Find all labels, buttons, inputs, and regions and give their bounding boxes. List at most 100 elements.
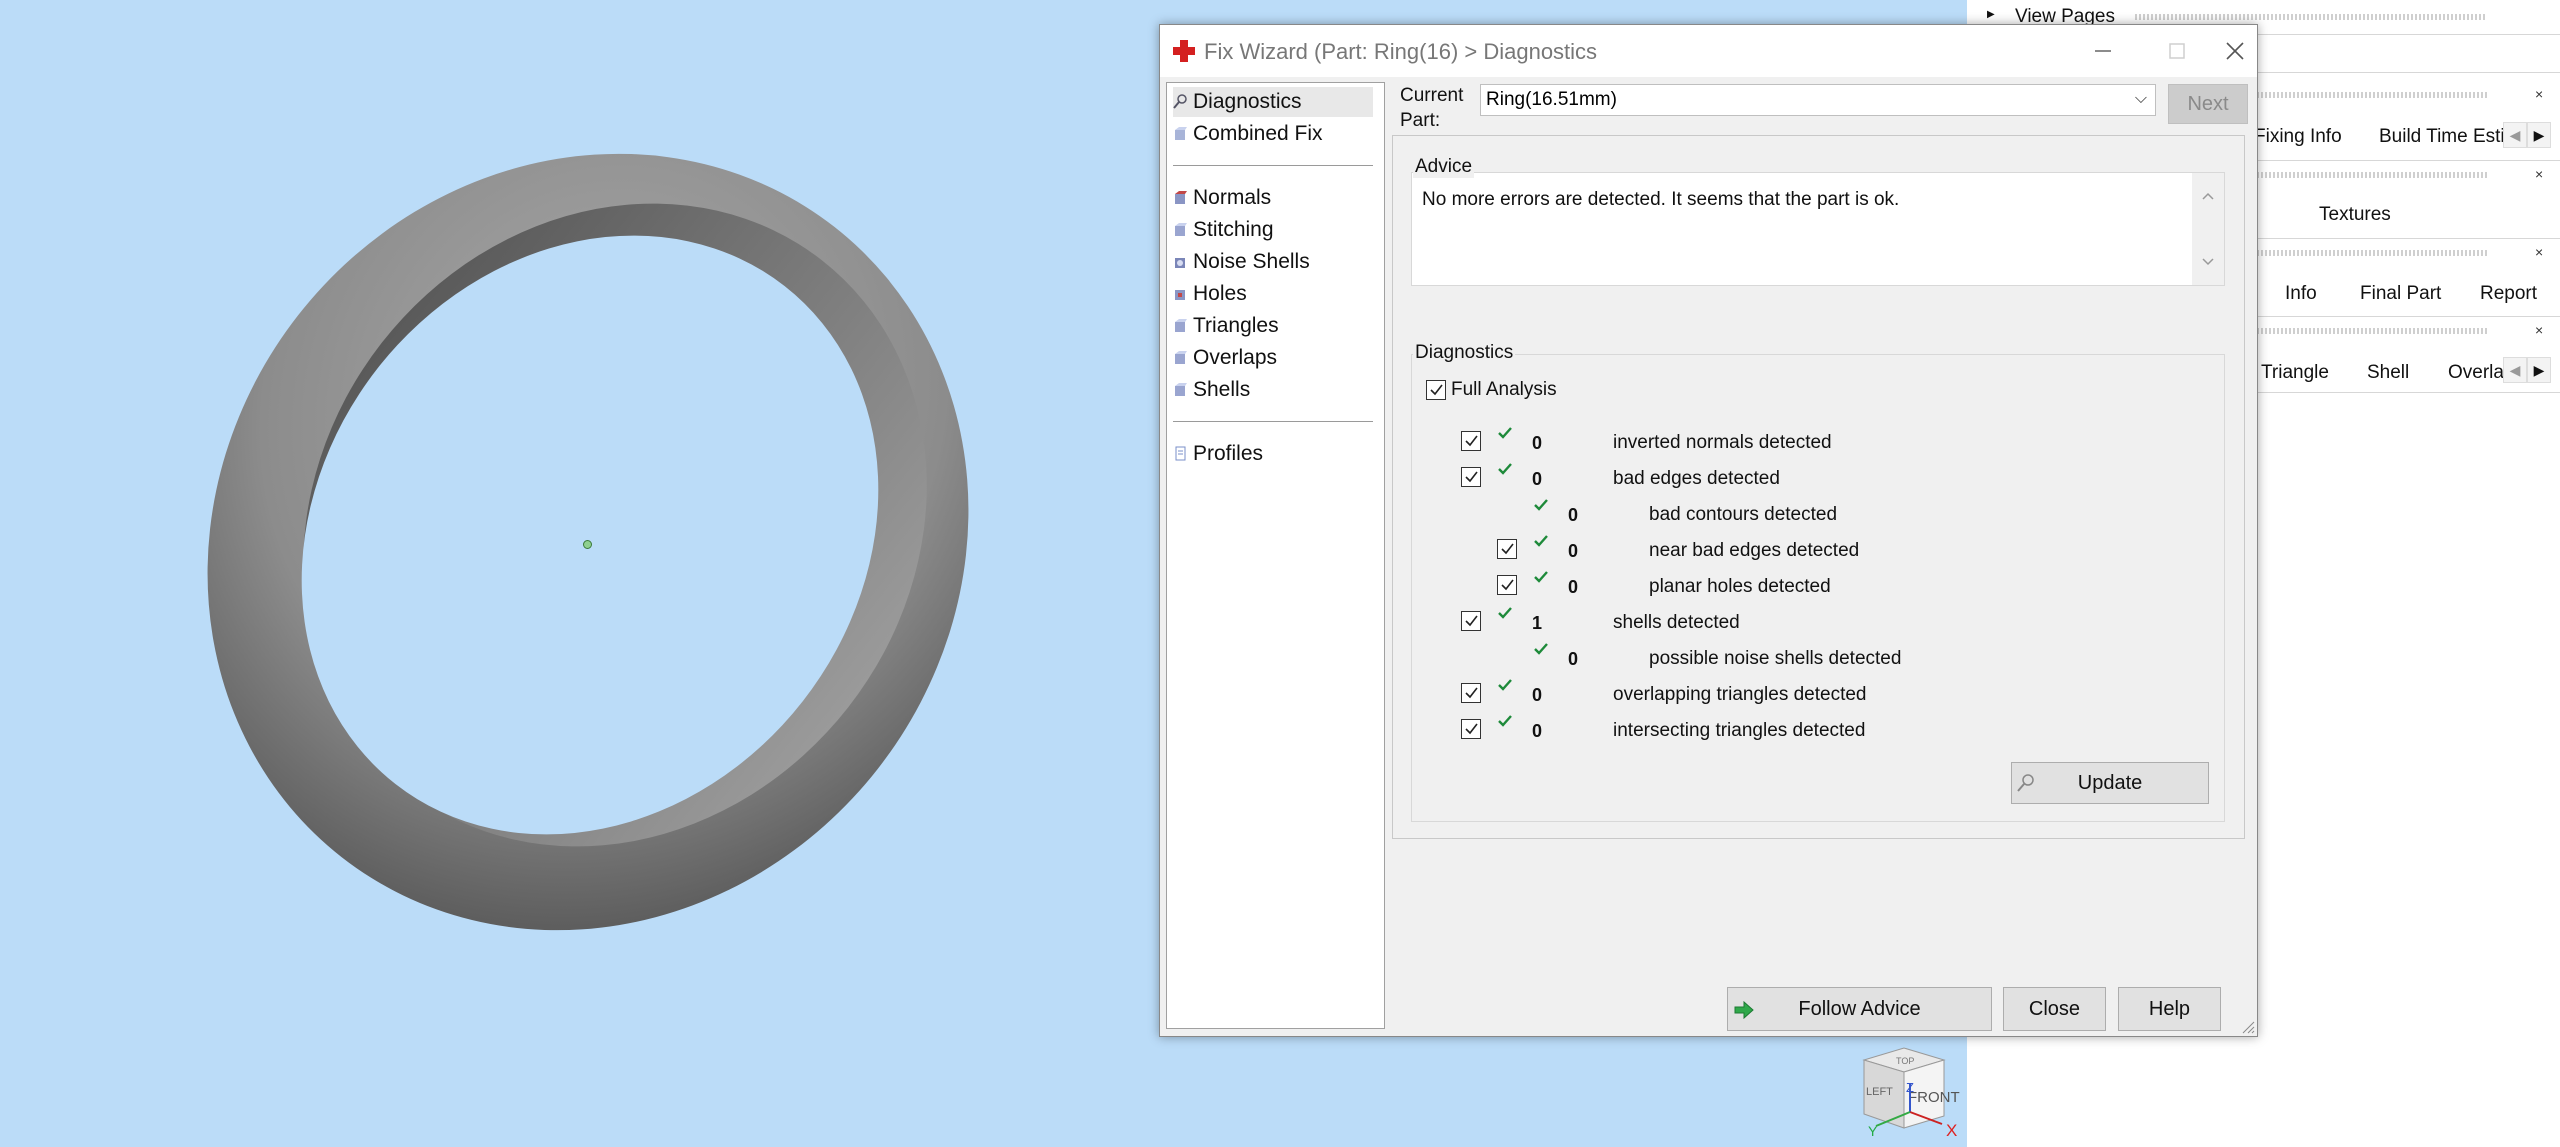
close-window-button[interactable] — [2210, 31, 2260, 71]
chevron-down-icon: ⌵ — [2134, 90, 2147, 107]
cube-icon — [1175, 351, 1187, 364]
tab-textures[interactable]: Textures — [2319, 204, 2391, 226]
advice-scrollbar[interactable] — [2192, 173, 2224, 285]
advice-group: No more errors are detected. It seems th… — [1411, 172, 2225, 286]
nav-item-label: Stitching — [1193, 218, 1274, 241]
nav-item-profiles[interactable]: Profiles — [1173, 439, 1373, 469]
row-checkbox[interactable] — [1497, 575, 1517, 595]
tab-fixing-info[interactable]: Fixing Info — [2254, 126, 2342, 148]
next-button[interactable]: Next — [2168, 84, 2248, 124]
row-count: 1 — [1532, 613, 1543, 633]
tab-overlaps[interactable]: Overla — [2448, 362, 2504, 384]
row-count: 0 — [1532, 685, 1543, 705]
row-text: planar holes detected — [1649, 576, 1831, 597]
green-check-icon — [1498, 715, 1512, 727]
scroll-right-icon[interactable]: ▶ — [2527, 357, 2551, 383]
pivot-marker — [583, 540, 592, 549]
help-button[interactable]: Help — [2118, 987, 2221, 1031]
nav-item-noise-shells[interactable]: Noise Shells — [1173, 247, 1373, 277]
green-check-icon — [1534, 643, 1548, 655]
magnifier-icon — [2017, 774, 2034, 792]
document-icon — [1175, 446, 1186, 461]
dialog-title: Fix Wizard (Part: Ring(16) > Diagnostics — [1204, 39, 1598, 64]
nav-item-holes[interactable]: Holes — [1173, 279, 1373, 309]
tab-report[interactable]: Report — [2480, 283, 2537, 305]
row-count: 0 — [1568, 505, 1579, 525]
tab-triangle[interactable]: Triangle — [2261, 362, 2329, 384]
advice-text-area: No more errors are detected. It seems th… — [1412, 173, 2192, 285]
nav-item-combined-fix[interactable]: Combined Fix — [1173, 119, 1373, 149]
grip-handle[interactable] — [2257, 92, 2487, 98]
row-checkbox[interactable] — [1461, 467, 1481, 487]
row-checkbox[interactable] — [1497, 539, 1517, 559]
arrow-right-icon — [1734, 1001, 1754, 1019]
cube-icon — [1175, 319, 1187, 332]
tab-info[interactable]: Info — [2285, 283, 2317, 305]
tab-build-time-estimation[interactable]: Build Time Esti — [2379, 126, 2505, 148]
nav-item-label: Overlaps — [1193, 346, 1278, 369]
nav-item-overlaps[interactable]: Overlaps — [1173, 343, 1373, 373]
row-count: 0 — [1532, 469, 1543, 489]
row-checkbox[interactable] — [1461, 431, 1481, 451]
scroll-left-icon[interactable]: ◀ — [2503, 357, 2527, 383]
row-count: 0 — [1568, 541, 1579, 561]
grip-handle[interactable] — [2257, 172, 2487, 178]
full-analysis-label: Full Analysis — [1451, 379, 1557, 400]
follow-advice-button[interactable]: Follow Advice — [1727, 987, 1992, 1031]
fix-wizard-icon — [1173, 40, 1195, 62]
green-check-icon — [1534, 499, 1548, 511]
row-checkbox[interactable] — [1461, 611, 1481, 631]
fix-category-list: Diagnostics Combined Fix Normals Stitchi… — [1166, 82, 1385, 1029]
full-analysis-checkbox[interactable] — [1426, 380, 1446, 400]
scroll-right-icon[interactable]: ▶ — [2527, 122, 2551, 148]
grip-handle[interactable] — [2135, 14, 2487, 20]
navcube-top-label: TOP — [1896, 1056, 1914, 1066]
axis-z-label: Z — [1906, 1080, 1914, 1095]
minimize-button[interactable] — [2078, 31, 2128, 71]
navigation-cube[interactable]: TOP FRONT LEFT Z X Y — [1852, 1040, 1962, 1140]
cube-icon — [1175, 127, 1187, 140]
expand-arrow-icon[interactable]: ▶ — [1987, 9, 1995, 20]
row-count: 0 — [1532, 721, 1543, 741]
green-check-icon — [1498, 607, 1512, 619]
ring-part-model[interactable] — [0, 0, 1000, 1000]
close-button[interactable]: Close — [2003, 987, 2106, 1031]
magnifier-icon — [1173, 94, 1187, 109]
update-button[interactable]: Update — [2011, 762, 2209, 804]
follow-advice-label: Follow Advice — [1798, 997, 1921, 1020]
dialog-titlebar[interactable]: Fix Wizard (Part: Ring(16) > Diagnostics — [1160, 25, 2257, 77]
row-text: shells detected — [1613, 612, 1740, 633]
grip-handle[interactable] — [2257, 250, 2487, 256]
cube-icon — [1175, 223, 1187, 236]
row-text: near bad edges detected — [1649, 540, 1860, 561]
grip-handle[interactable] — [2257, 328, 2487, 334]
minimize-icon — [2095, 50, 2111, 52]
resize-grip-icon[interactable] — [2239, 1018, 2255, 1034]
update-button-label: Update — [2077, 771, 2143, 794]
row-text: bad edges detected — [1613, 468, 1780, 489]
maximize-button[interactable] — [2152, 31, 2202, 71]
nav-item-diagnostics[interactable]: Diagnostics — [1173, 87, 1373, 117]
axis-y-label: Y — [1868, 1123, 1878, 1139]
close-icon[interactable]: × — [2535, 244, 2543, 260]
nav-item-normals[interactable]: Normals — [1173, 183, 1373, 213]
close-icon[interactable]: × — [2535, 86, 2543, 102]
nav-item-shells[interactable]: Shells — [1173, 375, 1373, 405]
scroll-left-icon[interactable]: ◀ — [2503, 122, 2527, 148]
current-part-dropdown[interactable]: Ring(16.51mm) ⌵ — [1480, 84, 2156, 116]
row-checkbox[interactable] — [1461, 719, 1481, 739]
close-icon[interactable]: × — [2535, 166, 2543, 182]
nav-item-triangles[interactable]: Triangles — [1173, 311, 1373, 341]
nav-item-label: Profiles — [1193, 442, 1264, 465]
row-text: bad contours detected — [1649, 504, 1838, 525]
row-checkbox[interactable] — [1461, 683, 1481, 703]
tab-shell[interactable]: Shell — [2367, 362, 2409, 384]
navcube-front-label: FRONT — [1908, 1089, 1960, 1106]
cube-icon — [1175, 258, 1185, 268]
row-text: inverted normals detected — [1613, 432, 1832, 453]
close-icon[interactable]: × — [2535, 322, 2543, 338]
nav-item-stitching[interactable]: Stitching — [1173, 215, 1373, 245]
green-check-icon — [1498, 679, 1512, 691]
row-count: 0 — [1532, 433, 1543, 453]
tab-final-part[interactable]: Final Part — [2360, 283, 2441, 305]
